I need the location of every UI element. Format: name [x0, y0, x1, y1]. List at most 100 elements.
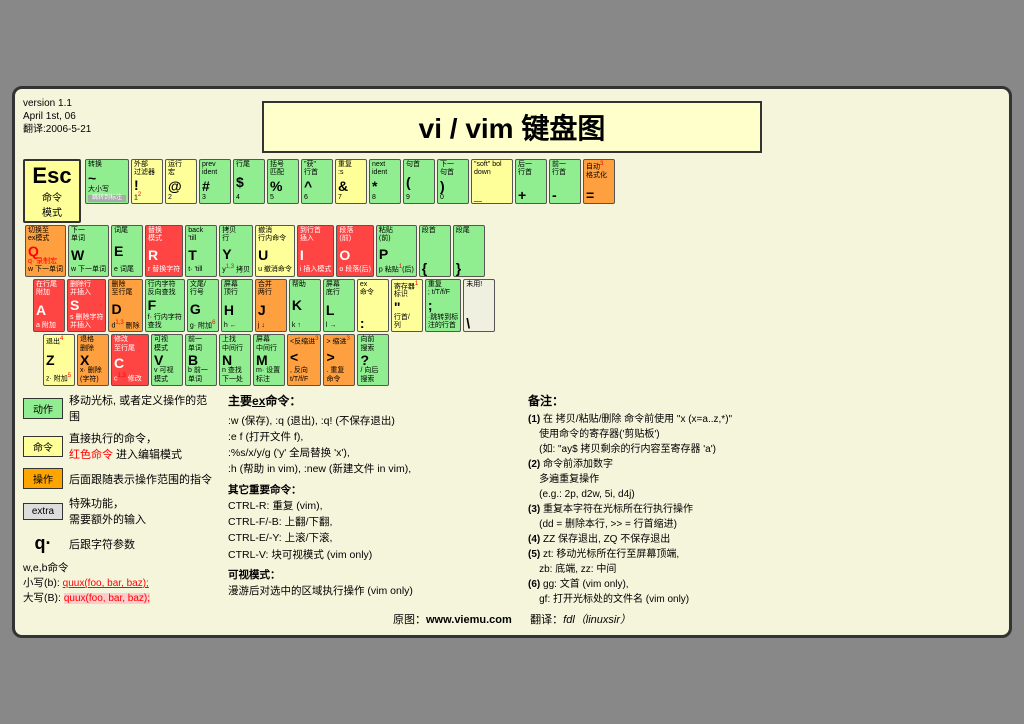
notes-section: 备注： (1) 在 拷贝/粘贴/删除 命令前使用 "x (x=a..z,*)" …: [528, 392, 1001, 607]
key-lt: <反缩进3 < , 反向t/T/f/F: [287, 334, 321, 386]
key-at: 运行宏 @ 2: [165, 159, 197, 205]
main-container: version 1.1 April 1st, 06 翻译:2006-5-21 v…: [12, 86, 1012, 638]
legend-extra-box: extra: [23, 503, 63, 520]
key-plus: 后一行首 +: [515, 159, 547, 205]
ex-item-2: :e f (打开文件 f),: [228, 429, 518, 445]
date-text: April 1st, 06: [23, 110, 91, 123]
key-amp: 重复:s & 7: [335, 159, 367, 205]
key-hash: prevident # 3: [199, 159, 231, 205]
key-colon: ex命令 :: [357, 279, 389, 333]
key-W: 下一单词 W w 下一单词: [68, 225, 109, 277]
key-dollar: 行尾 $ 4: [233, 159, 265, 205]
other-item-3: CTRL-E/-Y: 上滚/下滚,: [228, 530, 518, 546]
key-exclaim: 外部过滤器 ! 12: [131, 159, 163, 205]
legend-q-text: 后跟字符参数: [69, 536, 135, 552]
translation-text: 翻译:2006-5-21: [23, 123, 91, 136]
note-3: (3) 重复本字符在光标所在行执行操作 (dd = 删除本行, >> = 行首缩…: [528, 502, 1001, 532]
legend-command: 命令 直接执行的命令，红色命令 进入编辑模式: [23, 430, 218, 462]
key-percent: 括号匹配 % 5: [267, 159, 299, 205]
number-row: 转换 ~ 大小写 跳转到标注 外部过滤器 ! 12 运行宏 @ 2 previd…: [85, 159, 1001, 205]
wb-big: 大写(B): quux(foo, bar, baz);: [23, 590, 218, 605]
ex-item-3: :%s/x/y/g ('y' 全局替换 'x'),: [228, 445, 518, 461]
legend-extra: extra 特殊功能，需要额外的输入: [23, 495, 218, 527]
footer-original: 原图：www.viemu.com: [393, 614, 512, 626]
key-F: 行内字符反向查找 F f· 行内字符查找: [145, 279, 185, 333]
note-4: (4) ZZ 保存退出, ZQ 不保存退出: [528, 532, 1001, 547]
esc-key: Esc 命令模式: [23, 159, 81, 223]
ex-title: 主要ex命令：: [228, 392, 518, 411]
key-quote: 寄存器1标识 " 行首/列: [391, 279, 423, 333]
legend-command-text: 直接执行的命令，红色命令 进入编辑模式: [69, 430, 182, 462]
key-M: 屏幕中间行 M m· 设置标注: [253, 334, 285, 386]
other-item-2: CTRL-F/-B: 上翻/下翻,: [228, 514, 518, 530]
key-caret: "获"行首 ^ 6: [301, 159, 333, 205]
esc-label: Esc: [32, 163, 71, 189]
other-item-1: CTRL-R: 重复 (vim),: [228, 498, 518, 514]
key-star: nextident * 8: [369, 159, 401, 205]
visual-title: 可视模式：: [228, 567, 518, 583]
key-D: 删除至行尾 D d1,3 删除: [108, 279, 142, 333]
version-info: version 1.1 April 1st, 06 翻译:2006-5-21: [23, 97, 91, 136]
legend-q-char: q·: [23, 533, 63, 554]
note-1: (1) 在 拷贝/粘贴/删除 命令前使用 "x (x=a..z,*)" 使用命令…: [528, 412, 1001, 457]
key-G: 文尾/行号 G g· 附加6: [187, 279, 219, 333]
other-item-4: CTRL-V: 块可视模式 (vim only): [228, 547, 518, 563]
key-rbrace: 段尾 }: [453, 225, 485, 277]
key-minus: 前一行首 -: [549, 159, 581, 205]
notes-title: 备注：: [528, 392, 1001, 410]
key-H: 屏幕顶行 H h ←: [221, 279, 253, 333]
footer-translator: 翻译：fdl（linuxsir）: [530, 614, 631, 626]
key-I: 到行首插入 I i 插入模式: [297, 225, 335, 277]
wb-section: w,e,b命令 小写(b): quux(foo, bar, baz); 大写(B…: [23, 560, 218, 605]
ex-item-1: :w (保存), :q (退出), :q! (不保存退出): [228, 413, 518, 429]
note-5: (5) zt: 移动光标所在行至屏幕顶端, zb: 底端, zz: 中间: [528, 547, 1001, 577]
version-text: version 1.1: [23, 97, 91, 110]
wb-title: w,e,b命令: [23, 560, 218, 575]
legend-action: 动作 移动光标, 或者定义操作的范围: [23, 392, 218, 424]
legend-operator-box: 操作: [23, 468, 63, 489]
key-B: 前一单词 B b 前一单词: [185, 334, 217, 386]
key-U: 撤消行内命令 U u 撤消命令: [255, 225, 295, 277]
title-box: vi / vim 键盘图: [262, 101, 762, 153]
legend-q: q· 后跟字符参数: [23, 533, 218, 554]
ex-item-4: :h (帮助 in vim), :new (新建文件 in vim),: [228, 461, 518, 477]
key-J: 合并两行 J j ↓: [255, 279, 287, 333]
note-6: (6) gg: 文首 (vim only), gf: 打开光标处的文件名 (vi…: [528, 577, 1001, 607]
key-Z: 退出4 Z z· 附加5: [43, 334, 75, 386]
key-equals: 自动3格式化 =: [583, 159, 615, 205]
other-title: 其它重要命令：: [228, 482, 518, 498]
page-title: vi / vim 键盘图: [268, 107, 756, 147]
legend-operator-text: 后面跟随表示操作范围的指令: [69, 471, 212, 487]
key-semi: 重复; t/T/f/F ; ·跳转到标注的行首: [425, 279, 461, 333]
key-E: 词尾 E e 词尾: [111, 225, 143, 277]
key-backslash: 未用! \: [463, 279, 495, 333]
key-V: 可视模式 V v 可视模式: [151, 334, 183, 386]
key-K: 帮助 K k ↑: [289, 279, 321, 333]
key-Q: 切换至ex模式 Q q· 录制宏 w 下一单词: [25, 225, 66, 277]
key-P: 粘贴(前) P p 粘贴1(后): [376, 225, 417, 277]
key-gt: > 缩进3 > . 重复命令: [323, 334, 355, 386]
key-T: back'till T t· 'till: [185, 225, 217, 277]
key-N: 上找中间行 N n 查找下一处: [219, 334, 251, 386]
legend-section: 动作 移动光标, 或者定义操作的范围 命令 直接执行的命令，红色命令 进入编辑模…: [23, 392, 218, 607]
key-Y: 拷贝行 Y y1,3 拷贝: [219, 225, 253, 277]
key-L: 屏幕底行 L l →: [323, 279, 355, 333]
key-R: 替换模式 R r 替换字符: [145, 225, 183, 277]
footer: 原图：www.viemu.com 翻译：fdl（linuxsir）: [23, 611, 1001, 627]
wb-small: 小写(b): quux(foo, bar, baz);: [23, 575, 218, 590]
asdf-row: 在行尾附加 A a 附加 删除行并插入 S s 删除字符并插入 删除至行尾 D …: [23, 279, 1001, 333]
zxcv-row: 退出4 Z z· 附加5 退格删除 X x· 删除(字符) 修改至行尾 C c1…: [23, 334, 1001, 386]
legend-action-box: 动作: [23, 398, 63, 419]
visual-desc: 漫游后对选中的区域执行操作 (vim only): [228, 583, 518, 599]
legend-extra-text: 特殊功能，需要额外的输入: [69, 495, 146, 527]
key-lbrace: 段首 {: [419, 225, 451, 277]
key-lparen: 句首 ( 9: [403, 159, 435, 205]
esc-sublabel: 命令模式: [42, 189, 62, 219]
key-X: 退格删除 X x· 删除(字符): [77, 334, 109, 386]
ex-commands-section: 主要ex命令： :w (保存), :q (退出), :q! (不保存退出) :e…: [228, 392, 518, 607]
key-O: 段落(前) O o 段落(后): [336, 225, 374, 277]
key-A: 在行尾附加 A a 附加: [33, 279, 65, 333]
key-tilde: 转换 ~ 大小写 跳转到标注: [85, 159, 129, 205]
key-rparen: 下一句首 ) 0: [437, 159, 469, 205]
key-S: 删除行并插入 S s 删除字符并插入: [67, 279, 106, 333]
